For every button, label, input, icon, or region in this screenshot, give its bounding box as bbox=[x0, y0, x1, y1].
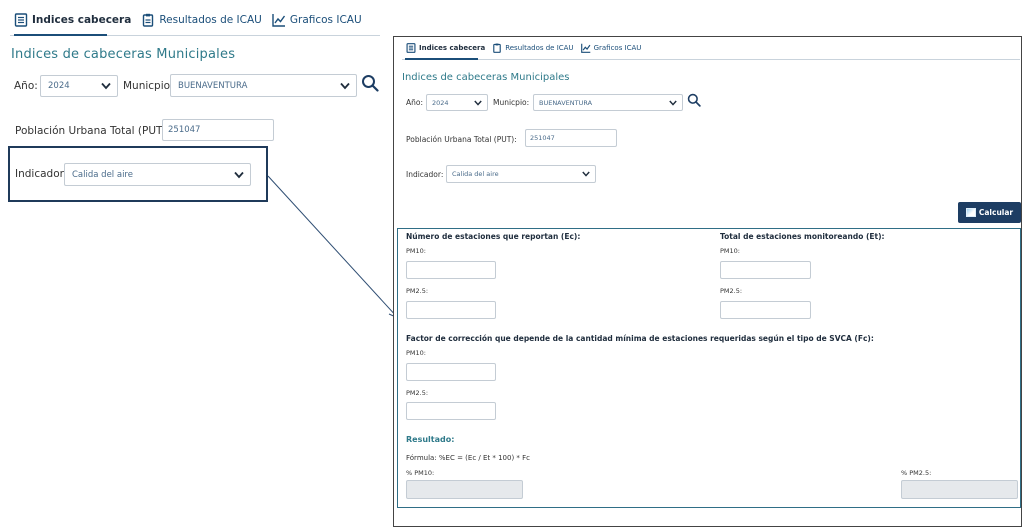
tab-label: Resultados de ICAU bbox=[505, 44, 574, 52]
tab-label: Graficos ICAU bbox=[593, 44, 642, 52]
search-icon[interactable] bbox=[361, 74, 379, 92]
active-tab-underline bbox=[14, 34, 107, 36]
year-label: Año: bbox=[14, 80, 38, 92]
year-label: Año: bbox=[406, 98, 423, 107]
municipio-value: BUENAVENTURA bbox=[539, 98, 593, 107]
calcular-button[interactable]: Calcular bbox=[958, 202, 1021, 223]
et-pm10-label: PM10: bbox=[720, 247, 740, 255]
put-label: Población Urbana Total (PUT): bbox=[15, 125, 171, 137]
municipio-select[interactable]: BUENAVENTURA bbox=[170, 74, 357, 97]
result-title: Resultado: bbox=[406, 435, 455, 444]
indicator-label: Indicador: bbox=[15, 168, 68, 180]
put-input[interactable]: 251047 bbox=[525, 129, 617, 147]
tab-label: Graficos ICAU bbox=[289, 14, 362, 26]
chevron-down-icon bbox=[474, 100, 482, 106]
fc-pm25-label: PM2.5: bbox=[406, 389, 429, 397]
tab-indices-cabecera[interactable]: Indices cabecera bbox=[406, 43, 485, 53]
put-input[interactable]: 251047 bbox=[162, 119, 274, 141]
clipboard-icon bbox=[492, 43, 502, 53]
tab-indices-cabecera[interactable]: Indices cabecera bbox=[14, 13, 131, 27]
tab-label: Indices cabecera bbox=[419, 44, 486, 52]
year-select[interactable]: 2024 bbox=[426, 94, 488, 111]
tab-label: Indices cabecera bbox=[32, 14, 132, 26]
pm25-result-output bbox=[901, 480, 1018, 499]
formula-text: Fórmula: %EC = (Ec / Et * 100) * Fc bbox=[406, 454, 531, 462]
fc-section-title: Factor de corrección que depende de la c… bbox=[406, 334, 874, 343]
chevron-down-icon bbox=[340, 82, 350, 89]
search-icon[interactable] bbox=[687, 93, 701, 107]
indicator-value: Calida del aire bbox=[72, 169, 133, 180]
calcular-label: Calcular bbox=[978, 208, 1014, 217]
year-select[interactable]: 2024 bbox=[40, 75, 118, 97]
pm10-result-output bbox=[406, 480, 523, 499]
fc-pm25-input[interactable] bbox=[406, 402, 496, 420]
tab-resultados-icau[interactable]: Resultados de ICAU bbox=[141, 13, 262, 27]
tab-label: Resultados de ICAU bbox=[159, 14, 262, 26]
chevron-down-icon bbox=[582, 171, 590, 177]
ec-pm25-input[interactable] bbox=[406, 301, 496, 319]
image-icon bbox=[965, 208, 976, 217]
chevron-down-icon bbox=[101, 82, 111, 90]
ec-pm10-label: PM10: bbox=[406, 247, 426, 255]
municipio-label: Municpio: bbox=[123, 80, 174, 92]
tab-bar: Indices cabecera Resultados de ICAU Graf… bbox=[406, 43, 648, 53]
indicator-label: Indicador: bbox=[406, 170, 444, 179]
tab-graficos-icau[interactable]: Graficos ICAU bbox=[580, 43, 642, 53]
pm10-result-label: % PM10: bbox=[406, 469, 435, 477]
indicator-value: Calida del aire bbox=[452, 170, 499, 178]
indicator-select[interactable]: Calida del aire bbox=[446, 165, 596, 183]
et-pm25-label: PM2.5: bbox=[720, 287, 743, 295]
document-list-icon bbox=[406, 43, 416, 53]
et-pm10-input[interactable] bbox=[720, 261, 811, 279]
municipio-label: Municpio: bbox=[493, 98, 530, 107]
document-list-icon bbox=[14, 13, 28, 27]
chevron-down-icon bbox=[234, 171, 244, 178]
put-label: Población Urbana Total (PUT): bbox=[406, 135, 517, 144]
active-tab-underline bbox=[405, 58, 478, 60]
tab-divider bbox=[402, 59, 1020, 60]
tab-bar: Indices cabecera Resultados de ICAU Graf… bbox=[10, 9, 380, 36]
ec-pm10-input[interactable] bbox=[406, 261, 496, 279]
page-title: Indices de cabeceras Municipales bbox=[11, 47, 236, 62]
ec-pm25-label: PM2.5: bbox=[406, 287, 429, 295]
municipio-select[interactable]: BUENAVENTURA bbox=[533, 94, 683, 111]
chevron-down-icon bbox=[669, 100, 677, 106]
ec-section-title: Número de estaciones que reportan (Ec): bbox=[406, 232, 581, 241]
municipio-value: BUENAVENTURA bbox=[178, 80, 248, 91]
line-chart-icon bbox=[272, 13, 286, 27]
pm25-result-label: % PM2.5: bbox=[901, 469, 932, 477]
clipboard-icon bbox=[141, 13, 155, 27]
year-value: 2024 bbox=[432, 98, 449, 107]
fc-pm10-label: PM10: bbox=[406, 349, 426, 357]
line-chart-icon bbox=[580, 43, 591, 53]
page-title: Indices de cabeceras Municipales bbox=[402, 72, 570, 83]
et-pm25-input[interactable] bbox=[720, 301, 811, 319]
year-value: 2024 bbox=[48, 81, 70, 91]
indicator-select[interactable]: Calida del aire bbox=[64, 163, 251, 186]
tab-resultados-icau[interactable]: Resultados de ICAU bbox=[492, 43, 574, 53]
et-section-title: Total de estaciones monitoreando (Et): bbox=[720, 232, 885, 241]
zoomed-panel: Indices cabecera Resultados de ICAU Graf… bbox=[393, 36, 1022, 527]
tab-graficos-icau[interactable]: Graficos ICAU bbox=[272, 13, 362, 27]
fc-pm10-input[interactable] bbox=[406, 363, 496, 381]
